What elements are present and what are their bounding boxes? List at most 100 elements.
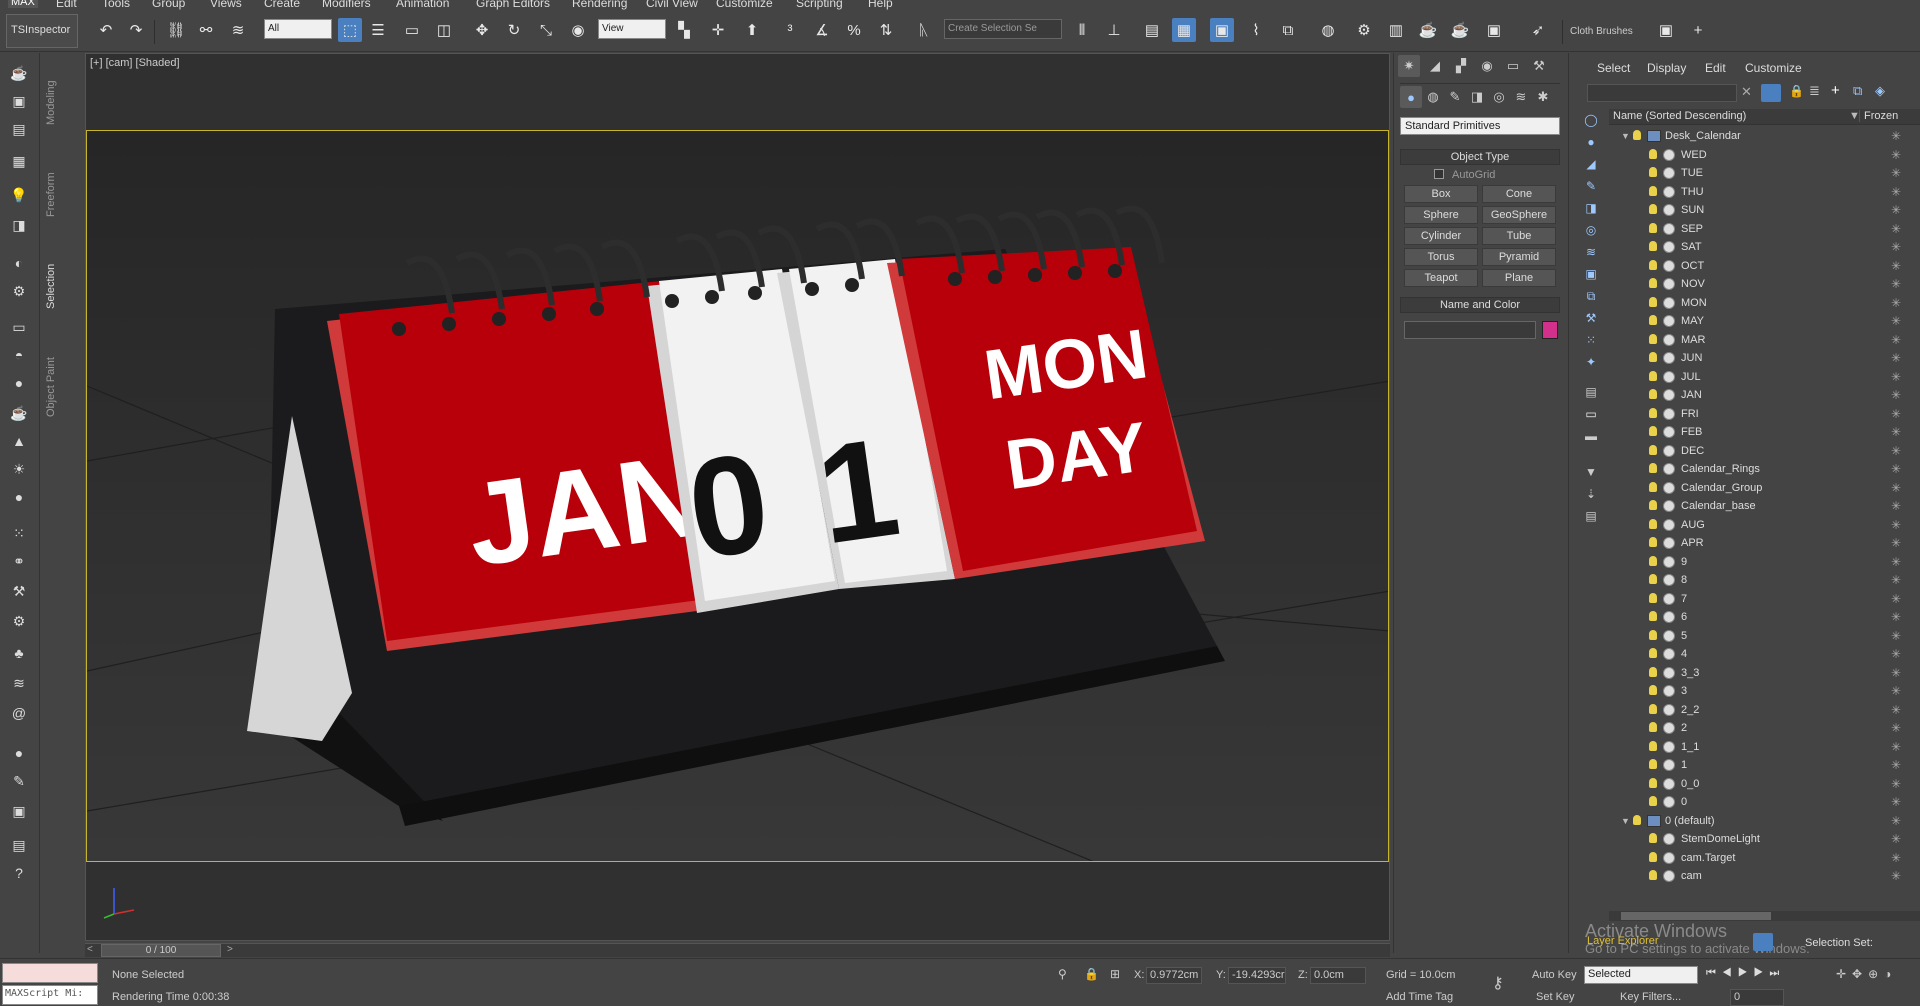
visibility-bulb-icon[interactable] (1649, 352, 1657, 362)
named-selection-sets-dropdown[interactable]: Create Selection Se (944, 19, 1062, 39)
object-row[interactable]: FRI ✳ (1609, 405, 1920, 423)
freeze-toggle-icon[interactable]: ✳ (1891, 479, 1901, 497)
key-mode-dropdown[interactable]: Selected (1584, 966, 1698, 984)
spinner-snap-icon[interactable]: ⇅ (874, 18, 898, 42)
percent-snap-icon[interactable]: % (842, 18, 866, 42)
visibility-bulb-icon[interactable] (1649, 296, 1657, 307)
freeze-toggle-icon[interactable]: ✳ (1891, 275, 1901, 293)
torus-button[interactable]: Torus (1404, 248, 1478, 266)
object-row[interactable]: StemDomeLight ✳ (1609, 830, 1920, 848)
edit-named-selection-icon[interactable]: ᚣ (912, 18, 936, 42)
column-name-header[interactable]: Name (Sorted Descending) (1613, 110, 1746, 122)
toggle-ribbon-icon[interactable]: ▣ (1210, 18, 1234, 42)
object-row[interactable]: 0 ✳ (1609, 793, 1920, 811)
menu-help[interactable]: Help (868, 0, 893, 10)
visibility-bulb-icon[interactable] (1649, 222, 1657, 233)
menu-group[interactable]: Group (152, 0, 185, 10)
visibility-bulb-icon[interactable] (1649, 463, 1657, 473)
object-row[interactable]: JUN ✳ (1609, 349, 1920, 367)
visibility-bulb-icon[interactable] (1649, 167, 1657, 177)
object-type-rollout[interactable]: Object Type (1400, 149, 1560, 165)
visibility-bulb-icon[interactable] (1649, 759, 1657, 769)
object-row[interactable]: MAY ✳ (1609, 312, 1920, 330)
object-row[interactable]: OCT ✳ (1609, 257, 1920, 275)
freeze-toggle-icon[interactable]: ✳ (1891, 553, 1901, 571)
menu-customize-layers[interactable]: Customize (1745, 61, 1802, 75)
visibility-bulb-icon[interactable] (1649, 315, 1657, 325)
teapot-icon[interactable]: ☕ (6, 61, 32, 85)
display-tab-icon[interactable]: ▭ (1502, 55, 1524, 77)
object-row[interactable]: cam.Target ✳ (1609, 849, 1920, 867)
gear-icon[interactable]: ⚙ (6, 609, 32, 633)
visibility-bulb-icon[interactable] (1649, 500, 1657, 510)
display-particles-icon[interactable]: ⁙ (1581, 331, 1601, 349)
select-object-icon[interactable]: ⬚ (338, 18, 362, 42)
render-safe-frame[interactable]: JAN 0 1 MON DAY (86, 130, 1389, 862)
auto-key-button[interactable]: Auto Key (1532, 969, 1577, 981)
freeze-toggle-icon[interactable]: ✳ (1891, 238, 1901, 256)
hair-icon[interactable]: ≋ (6, 671, 32, 695)
menu-views[interactable]: Views (210, 0, 242, 10)
visibility-bulb-icon[interactable] (1633, 814, 1641, 825)
freeze-toggle-icon[interactable]: ✳ (1891, 867, 1901, 885)
camera-icon[interactable]: ◨ (6, 213, 32, 237)
display-all-icon[interactable]: ✦ (1581, 353, 1601, 371)
cylinder-button[interactable]: Cylinder (1404, 227, 1478, 245)
object-row[interactable]: 8 ✳ (1609, 571, 1920, 589)
display-groups-icon[interactable]: ▣ (1581, 265, 1601, 283)
render-iterative-icon[interactable]: ☕ (1448, 18, 1472, 42)
white-sphere-icon[interactable]: ● (6, 741, 32, 765)
unlink-icon[interactable]: ⚯ (194, 18, 218, 42)
menu-modifiers[interactable]: Modifiers (322, 0, 371, 10)
visibility-bulb-icon[interactable] (1649, 648, 1657, 658)
menu-rendering[interactable]: Rendering (572, 0, 627, 10)
visibility-bulb-icon[interactable] (1649, 241, 1657, 251)
light-icon[interactable]: 💡 (6, 183, 32, 207)
object-row[interactable]: 1 ✳ (1609, 756, 1920, 774)
sun-icon[interactable]: ☀ (6, 457, 32, 481)
redo-icon[interactable]: ↷ (124, 18, 148, 42)
freeze-toggle-icon[interactable]: ✳ (1891, 775, 1901, 793)
visibility-bulb-icon[interactable] (1649, 611, 1657, 621)
teapot-button[interactable]: Teapot (1404, 269, 1478, 287)
menu-edit[interactable]: Edit (56, 0, 77, 10)
add-icon[interactable]: + (1686, 18, 1710, 42)
freeze-toggle-icon[interactable]: ✳ (1891, 405, 1901, 423)
box-icon[interactable]: ▭ (6, 315, 32, 339)
viewport-navigation-controls[interactable]: ✛✥⊕◑ (1836, 967, 1897, 981)
display-spacewarps-icon[interactable]: ≋ (1581, 243, 1601, 261)
key-icon[interactable]: ⚷ (1492, 973, 1504, 993)
select-manipulate-icon[interactable]: ✛ (706, 18, 730, 42)
new-layer-icon[interactable]: + (1831, 82, 1840, 99)
display-none-icon[interactable]: ◯ (1581, 111, 1601, 129)
visibility-bulb-icon[interactable] (1649, 259, 1657, 270)
placement-icon[interactable]: ◉ (566, 18, 590, 42)
display-bones-icon[interactable]: ⚒ (1581, 309, 1601, 327)
visibility-bulb-icon[interactable] (1649, 389, 1657, 399)
category-dropdown[interactable]: Standard Primitives (1400, 117, 1560, 135)
visibility-bulb-icon[interactable] (1649, 370, 1657, 381)
freeze-toggle-icon[interactable]: ✳ (1891, 127, 1901, 145)
time-prev-icon[interactable]: < (87, 944, 93, 955)
cone-icon[interactable]: ▲ (6, 429, 32, 453)
freeze-toggle-icon[interactable]: ✳ (1891, 756, 1901, 774)
filter-icon[interactable] (1761, 84, 1781, 102)
curve-editor-icon[interactable]: ⌇ (1244, 18, 1268, 42)
lights-icon[interactable]: ✎ (1444, 86, 1466, 108)
object-row[interactable]: JAN ✳ (1609, 386, 1920, 404)
object-row[interactable]: 2_2 ✳ (1609, 701, 1920, 719)
menu-graph-editors[interactable]: Graph Editors (476, 0, 550, 10)
object-row[interactable]: 6 ✳ (1609, 608, 1920, 626)
display-influences-icon[interactable]: ▭ (1581, 405, 1601, 423)
systems-icon[interactable]: ✱ (1532, 86, 1554, 108)
align-icon[interactable]: ⊥ (1102, 18, 1126, 42)
visibility-bulb-icon[interactable] (1649, 481, 1657, 492)
object-row[interactable]: JUL ✳ (1609, 368, 1920, 386)
tab-selection[interactable]: Selection (45, 264, 57, 309)
clipboard-icon[interactable]: ▤ (6, 833, 32, 857)
freeze-toggle-icon[interactable]: ✳ (1891, 627, 1901, 645)
freeze-toggle-icon[interactable]: ✳ (1891, 423, 1901, 441)
menu-display[interactable]: Display (1647, 61, 1686, 75)
object-row[interactable]: NOV ✳ (1609, 275, 1920, 293)
geosphere-button[interactable]: GeoSphere (1482, 206, 1556, 224)
